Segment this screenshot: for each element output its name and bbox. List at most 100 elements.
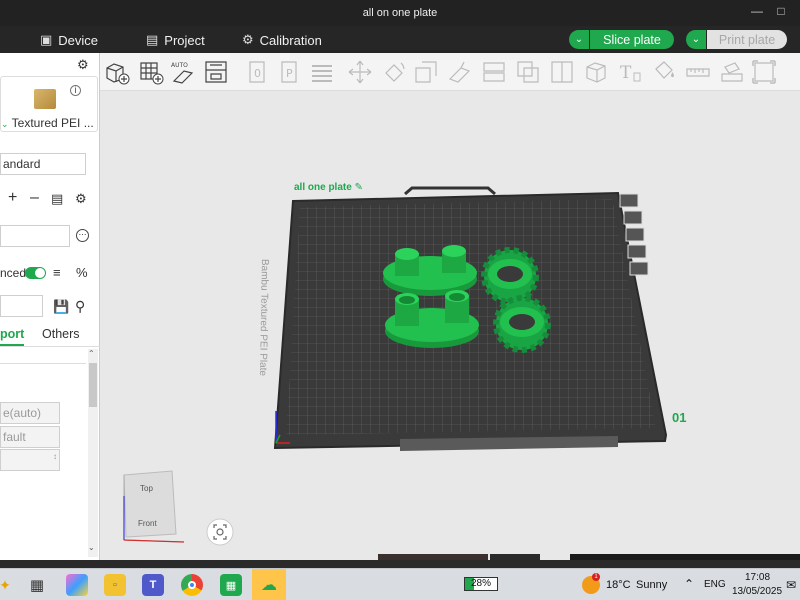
move-button[interactable] — [347, 59, 373, 85]
add-plate-button[interactable] — [138, 59, 164, 85]
project-menu[interactable]: ▤ Project — [146, 31, 205, 49]
chevron-up-icon[interactable]: ⌃ — [684, 577, 694, 591]
language-indicator[interactable]: ENG — [704, 579, 726, 590]
fit-view-button[interactable] — [751, 59, 777, 85]
calibration-menu[interactable]: ⚙ Calibration — [242, 31, 322, 49]
chevron-down-icon: ⌄ — [574, 34, 584, 45]
settings-tabs: port Others — [0, 325, 100, 347]
split-button[interactable] — [549, 59, 575, 85]
plate-settings-button[interactable]: P — [277, 59, 303, 85]
task-view-icon[interactable]: ▦ — [26, 574, 48, 596]
rotate-button[interactable] — [381, 59, 407, 85]
onedrive-icon[interactable]: ☁ — [252, 569, 286, 600]
split-icon — [551, 61, 573, 83]
project-icon: ▤ — [146, 32, 159, 47]
file-explorer-icon[interactable]: ▫ — [104, 574, 126, 596]
gear-model-2 — [493, 295, 551, 353]
view-cube[interactable] — [123, 470, 185, 543]
weather-temp[interactable]: 18°C — [606, 579, 631, 591]
support-threshold-field[interactable]: ↕ — [0, 449, 60, 471]
add-object-button[interactable] — [104, 59, 130, 85]
3d-viewport[interactable]: all one plate ✎ Bambu Textured PEI Plate… — [100, 91, 800, 560]
add-icon[interactable]: + — [8, 189, 17, 207]
advanced-toggle[interactable] — [25, 267, 46, 279]
weather-badge: 1 — [592, 573, 600, 581]
scale-button[interactable] — [413, 59, 439, 85]
slice-plate-button[interactable]: Slice plate — [590, 30, 674, 49]
battery-percent: 28% — [470, 578, 491, 589]
color-paint-button[interactable] — [651, 59, 677, 85]
more-options-icon[interactable]: ⋯ — [76, 229, 89, 242]
compare-icon[interactable]: % — [76, 265, 88, 280]
save-icon[interactable]: 💾 — [53, 299, 69, 315]
cut-icon — [483, 62, 505, 82]
title-bar: all on one plate — □ — [0, 0, 800, 26]
assembly-button[interactable] — [719, 59, 745, 85]
fit-view-icon — [752, 60, 776, 84]
minimize-icon[interactable]: — — [748, 4, 766, 22]
support-style-field[interactable]: fault — [0, 426, 60, 448]
scale-icon — [415, 61, 437, 83]
clock-time[interactable]: 17:08 — [745, 572, 770, 583]
measure-button[interactable] — [685, 59, 711, 85]
start-icon[interactable]: ✦ — [0, 574, 16, 596]
remove-icon[interactable]: – — [30, 189, 39, 207]
support-paint-button[interactable] — [583, 59, 609, 85]
camera-fit-button[interactable] — [206, 518, 234, 546]
calibration-label: Calibration — [259, 32, 322, 48]
plate-text-label: Bambu Textured PEI Plate — [256, 258, 270, 377]
clock-date[interactable]: 13/05/2025 — [732, 586, 782, 597]
svg-text:T: T — [620, 63, 632, 83]
tab-others[interactable]: Others — [42, 327, 80, 341]
support-type-field[interactable]: e(auto) — [0, 402, 60, 424]
add-cube-icon — [106, 63, 130, 85]
notification-bell-icon[interactable]: ✉ — [786, 578, 796, 592]
slice-preview-button[interactable]: 0 — [245, 59, 271, 85]
maximize-icon[interactable]: □ — [772, 4, 790, 22]
filament-field[interactable] — [0, 225, 70, 247]
boolean-icon — [517, 61, 539, 83]
move-icon — [348, 60, 372, 84]
teams-icon[interactable]: T — [142, 574, 164, 596]
device-menu[interactable]: ▣ Device — [40, 31, 98, 49]
weather-desc[interactable]: Sunny — [636, 579, 667, 591]
plate-type-card[interactable]: i ⌄ Textured PEI ... — [0, 76, 98, 132]
plate-type-label: ⌄ Textured PEI ... — [1, 116, 94, 130]
search-icon[interactable]: ⚲ — [75, 298, 85, 315]
scroll-up-icon[interactable]: ⌃ — [88, 349, 95, 358]
process-preset-field[interactable]: andard — [0, 153, 86, 175]
chrome-icon[interactable] — [181, 574, 203, 596]
edit-icon[interactable]: ✎ — [355, 182, 363, 193]
layers-button[interactable] — [309, 59, 335, 85]
lay-on-face-button[interactable] — [447, 59, 473, 85]
info-icon[interactable]: i — [70, 85, 81, 96]
cut-button[interactable] — [481, 59, 507, 85]
tab-support[interactable]: port — [0, 327, 25, 346]
window-bottom-strip — [0, 560, 800, 568]
cube-icon — [586, 62, 606, 83]
boolean-button[interactable] — [515, 59, 541, 85]
ruler-icon — [686, 68, 710, 77]
list-icon[interactable]: ≡ — [53, 265, 61, 280]
filament-settings-icon[interactable]: ▤ — [51, 191, 63, 207]
print-plate-button[interactable]: Print plate — [707, 30, 787, 49]
taskbar: ✦ ▦ ▫ T ▦ ☁ 28% 1 18°C Sunny ⌃ ENG 17:08… — [0, 568, 800, 600]
auto-orient-button[interactable]: AUTO — [170, 59, 196, 85]
copilot-icon[interactable] — [66, 574, 88, 596]
chevron-down-icon: ⌄ — [1, 119, 9, 129]
search-settings-field[interactable] — [0, 295, 43, 317]
print-dropdown-button[interactable]: ⌄ — [686, 30, 706, 49]
scroll-down-icon[interactable]: ⌄ — [88, 543, 95, 552]
build-plate-scene — [123, 186, 800, 560]
window-title: all on one plate — [362, 7, 438, 19]
bambu-studio-icon[interactable]: ▦ — [220, 574, 242, 596]
sidebar-scrollbar[interactable]: ⌃ ⌄ — [88, 349, 98, 557]
slice-dropdown-button[interactable]: ⌄ — [569, 30, 589, 49]
gear-icon[interactable]: ⚙ — [75, 191, 87, 207]
gear-icon[interactable]: ⚙ — [77, 57, 89, 73]
battery-indicator[interactable]: 28% — [464, 577, 498, 591]
text-button[interactable]: T — [617, 59, 643, 85]
plate-name-label[interactable]: all one plate ✎ — [294, 182, 363, 193]
device-icon: ▣ — [40, 32, 53, 47]
arrange-button[interactable] — [203, 59, 229, 85]
